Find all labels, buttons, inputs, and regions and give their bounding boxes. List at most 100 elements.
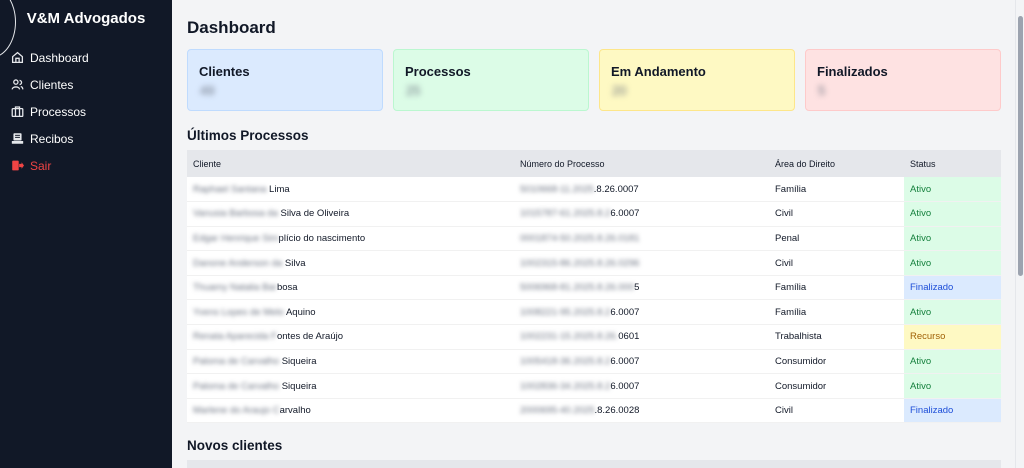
cliente-text: Silva	[282, 257, 306, 269]
status-badge: Finalizado	[904, 275, 1001, 300]
cell-numero: 1005418-36.2025.8.26.0007	[514, 349, 769, 374]
status-badge: Ativo	[904, 201, 1001, 227]
sidebar-item-clientes[interactable]: Clientes	[10, 71, 165, 98]
scrollbar[interactable]	[1015, 0, 1024, 468]
cell-cliente: Renata Aparecida Fontes de Araújo	[187, 325, 514, 350]
table-row[interactable]: Marlene do Araujo Carvalho 2000695-40.202…	[187, 398, 1001, 423]
cliente-text: ontes de Araújo	[276, 331, 344, 343]
redacted-text: Danone Anderson da	[193, 257, 283, 269]
cell-area: Trabalhista	[775, 331, 822, 343]
table-row[interactable]: Vanusia Barbosa da Silva de Oliveira 1015…	[187, 201, 1001, 227]
table-row[interactable]: Paloma de Carvalho Siqueira 1002836-34.20…	[187, 373, 1001, 399]
table-row[interactable]: Thuamy Natalia Barbosa 5006968-81.2025.8.…	[187, 275, 1001, 300]
sidebar-nav: Dashboard Clientes Processos Recibos Sai…	[10, 44, 165, 179]
scrollbar-thumb[interactable]	[1018, 16, 1023, 276]
main-content: Dashboard Clientes 49 Processos 25 Em An…	[172, 0, 1015, 468]
cell-numero: 2000695-40.2025.8.26.0028	[514, 398, 769, 423]
cell-numero: 1002231-15.2025.8.26.0601	[514, 325, 769, 350]
redacted-text: Yvens Lopes de Melo	[193, 306, 284, 318]
numero-text: 6.0007	[610, 306, 640, 318]
cell-numero: 5006968-81.2025.8.26.0005	[514, 275, 769, 300]
stat-card-label: Processos	[405, 64, 471, 79]
cell-numero: 1015787-61.2025.8.26.0007	[514, 202, 769, 227]
cliente-text: arvalho	[279, 405, 311, 417]
cell-numero: 5010668-11.2025.8.26.0007	[514, 177, 769, 202]
status-badge: Ativo	[904, 299, 1001, 325]
cell-area: Família	[775, 282, 807, 294]
sidebar: V&M Advogados Dashboard Clientes Process…	[0, 0, 172, 468]
cell-numero: 0001874-50.2025.8.26.0181	[514, 226, 769, 251]
status-badge: Ativo	[904, 373, 1001, 399]
cell-cliente: Edgar Henrique Simplício do nascimento	[187, 226, 514, 251]
redacted-text: Raphael Santana	[193, 183, 267, 195]
briefcase-icon	[10, 105, 24, 119]
column-header-area: Área do Direito	[775, 158, 836, 169]
numero-text: .8.26.0028	[594, 405, 640, 417]
sidebar-item-label: Sair	[30, 158, 52, 173]
page-title: Dashboard	[187, 18, 276, 37]
redacted-text: 5006968-81.2025.8.26.000	[520, 282, 635, 294]
stat-card-clientes: Clientes 49	[187, 49, 383, 111]
users-icon	[10, 78, 24, 92]
cell-numero: 1002315-86.2025.8.26.0296	[514, 251, 769, 276]
sidebar-item-processos[interactable]: Processos	[10, 98, 165, 125]
table-row[interactable]: Edgar Henrique Simplício do nascimento 00…	[187, 226, 1001, 251]
table-row[interactable]: Renata Aparecida Fontes de Araújo 1002231…	[187, 324, 1001, 350]
table-row[interactable]: Danone Anderson da Silva 1002315-86.2025.…	[187, 250, 1001, 276]
redacted-text: 5010668-11.2025	[520, 183, 594, 195]
cliente-text: Siqueira	[279, 355, 317, 367]
table-header-row: Cliente Número do Processo Área do Direi…	[187, 150, 1001, 177]
logout-icon	[10, 159, 24, 173]
table-row[interactable]: Yvens Lopes de Melo Aquino 1008221-95.202…	[187, 299, 1001, 325]
column-header-cliente: Cliente	[193, 158, 222, 169]
receipt-icon	[10, 132, 24, 146]
numero-text: 0601	[618, 331, 640, 343]
redacted-text: 1002836-34.2025.8.2	[520, 380, 611, 392]
sidebar-item-recibos[interactable]: Recibos	[10, 125, 165, 152]
cell-area: Família	[775, 306, 807, 318]
latest-processes-title: Últimos Processos	[187, 128, 309, 143]
cell-area: Civil	[775, 257, 793, 269]
stat-card-value: 49	[200, 83, 215, 98]
cell-area: Penal	[775, 232, 800, 244]
table-row[interactable]: Raphael Santana Lima 5010668-11.2025.8.26…	[187, 177, 1001, 202]
column-header-numero: Número do Processo	[520, 158, 605, 169]
numero-text: .8.26.0007	[593, 183, 639, 195]
cell-cliente: Yvens Lopes de Melo Aquino	[187, 300, 514, 325]
cliente-text: Silva de Oliveira	[277, 208, 350, 220]
home-icon	[10, 51, 24, 65]
stat-card-label: Finalizados	[817, 64, 888, 79]
redacted-text: Edgar Henrique Sim	[193, 232, 279, 244]
cell-cliente: Vanusia Barbosa da Silva de Oliveira	[187, 202, 514, 227]
sidebar-item-label: Recibos	[30, 131, 74, 146]
cell-area: Consumidor	[775, 355, 827, 367]
redacted-text: 0001874-50.2025.8.26.0181	[520, 232, 640, 244]
cell-area: Civil	[775, 405, 793, 417]
cell-area: Família	[775, 183, 807, 195]
cliente-text: bosa	[276, 282, 298, 294]
stat-card-processos: Processos 25	[393, 49, 589, 111]
status-badge: Ativo	[904, 250, 1001, 276]
sidebar-item-label: Dashboard	[30, 50, 89, 65]
cliente-text: Lima	[266, 183, 290, 195]
status-badge: Ativo	[904, 226, 1001, 251]
stat-card-value: 25	[406, 83, 421, 98]
numero-text: 5	[634, 282, 640, 294]
stat-card-finalizados: Finalizados 5	[805, 49, 1001, 111]
table-row[interactable]: Paloma de Carvalho Siqueira 1005418-36.20…	[187, 349, 1001, 374]
cell-cliente: Raphael Santana Lima	[187, 177, 514, 202]
cell-cliente: Paloma de Carvalho Siqueira	[187, 349, 514, 374]
cell-cliente: Paloma de Carvalho Siqueira	[187, 374, 514, 399]
cell-cliente: Marlene do Araujo Carvalho	[187, 398, 514, 423]
status-badge: Ativo	[904, 177, 1001, 202]
redacted-text: Vanusia Barbosa da	[193, 208, 278, 220]
cell-cliente: Thuamy Natalia Barbosa	[187, 275, 514, 300]
sidebar-item-dashboard[interactable]: Dashboard	[10, 44, 165, 71]
new-clients-title: Novos clientes	[187, 438, 283, 453]
cell-numero: 1008221-95.2025.8.26.0007	[514, 300, 769, 325]
redacted-text: Marlene do Araujo C	[193, 405, 280, 417]
sidebar-item-sair[interactable]: Sair	[10, 152, 165, 179]
cell-area: Civil	[775, 208, 793, 220]
sidebar-item-label: Clientes	[30, 77, 74, 92]
redacted-text: 1002315-86.2025.8.26.0296	[520, 257, 640, 269]
